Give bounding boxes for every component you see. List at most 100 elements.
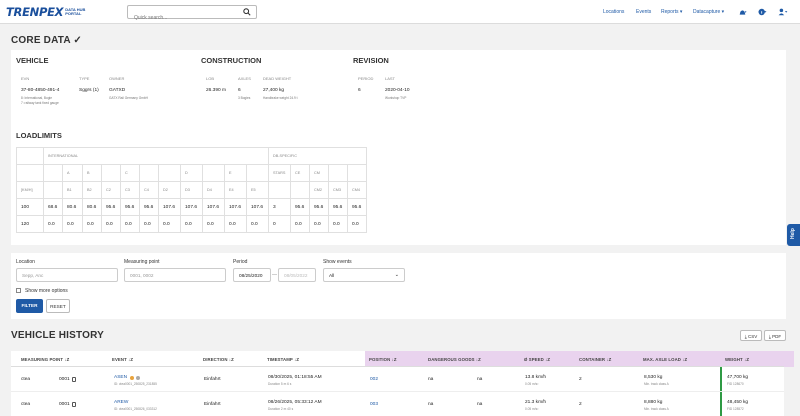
loadlimit-letter xyxy=(101,164,121,182)
train-icon xyxy=(72,377,76,382)
pdf-export-button[interactable]: ⤓ PDF xyxy=(764,330,786,341)
event-link[interactable]: AREW xyxy=(114,400,128,405)
loadlimit-column-header: CM4 xyxy=(347,181,367,199)
construction-section-title: CONSTRUCTION xyxy=(201,56,262,65)
date-to-input[interactable]: 08/05/2022 xyxy=(278,268,316,282)
loadlimit-letter xyxy=(202,164,225,182)
axle-track-class: Min. track class A xyxy=(644,407,669,411)
loadlimit-cell: 95.6 xyxy=(290,198,310,216)
loadlimit-letter xyxy=(347,164,367,182)
col-event[interactable]: EVENT ↓Z xyxy=(112,357,133,362)
loadlimit-letter xyxy=(139,164,159,182)
speed-accel: 0.05 m/s² xyxy=(525,382,539,386)
speed: 13.8 km/h xyxy=(525,375,547,380)
evn-sub1: 8: International, Bogie xyxy=(21,96,53,100)
loadlimit-cell: 68.6 xyxy=(43,198,63,216)
nav-events[interactable]: Events xyxy=(636,9,651,15)
loadlimit-column-header: E5 xyxy=(246,181,269,199)
search-input[interactable] xyxy=(128,12,236,24)
loadlimit-letter xyxy=(43,164,63,182)
position-link[interactable]: 002 xyxy=(370,377,378,382)
col-max-axle-load[interactable]: MAX. AXLE LOAD ↓Z xyxy=(643,357,687,362)
date-from-input[interactable]: 08/25/2020 xyxy=(233,268,271,282)
evn-value: 37-80-4850-491-4 xyxy=(21,88,60,93)
show-events-select[interactable]: All ⌄ xyxy=(323,268,405,282)
loadlimits-table: INTERNATIONAL DB-SPECIFIC A B C D E STARS CE CM… xyxy=(16,147,367,233)
db-specific-group: DB-SPECIFIC xyxy=(268,147,367,165)
loadlimit-cell: 107.6 xyxy=(158,198,181,216)
warning-dot-icon xyxy=(130,376,134,380)
loadlimit-column-header: [KM/H] xyxy=(16,181,44,199)
search-box[interactable] xyxy=(127,5,257,24)
csv-export-button[interactable]: ⤓ CSV xyxy=(740,330,762,341)
lob-label: LOB xyxy=(206,76,215,81)
history-header-row: MEASURING POINT ↓Z EVENT ↓Z DIRECTION ↓Z… xyxy=(11,351,784,367)
max-axle-load: 8,530 kg xyxy=(644,375,663,380)
position-link[interactable]: 003 xyxy=(370,402,378,407)
col-timestamp[interactable]: TIMESTAMP ↓Z xyxy=(267,357,299,362)
loadlimit-cell: 0.0 xyxy=(180,215,203,233)
loadlimit-cell: 0.0 xyxy=(101,215,121,233)
owner-sub: GATX Rail Germany GmbH xyxy=(109,96,148,100)
event-id: ID: ctea0001_250826_033312 xyxy=(114,407,157,411)
loadlimit-cell: 0.0 xyxy=(309,215,329,233)
loadlimit-letter xyxy=(158,164,181,182)
loadlimit-column-header xyxy=(268,181,291,199)
col-speed[interactable]: Ø SPEED ↓Z xyxy=(524,357,550,362)
location-code: ctea xyxy=(21,402,31,407)
loadlimit-cell: 0.0 xyxy=(347,215,367,233)
loadlimit-cell: 120 xyxy=(16,215,44,233)
period-label: PERIOD xyxy=(358,76,374,81)
loadlimit-letter: B xyxy=(82,164,102,182)
loadlimit-letter: E xyxy=(224,164,247,182)
col-weight[interactable]: WEIGHT ↓Z xyxy=(725,357,749,362)
loadlimits-row: 120 0.0 0.0 0.0 0.0 0.0 0.0 0.0 0.0 0.0 0.0 0.0 0 0.0… xyxy=(16,215,367,233)
axles-label: AXLES xyxy=(238,76,251,81)
loadlimit-cell: 107.6 xyxy=(180,198,203,216)
location-label: Location xyxy=(16,259,35,265)
loadlimit-cell: 95.6 xyxy=(309,198,329,216)
history-title: VEHICLE HISTORY xyxy=(11,330,105,341)
loadlimit-column-header: C2 xyxy=(101,181,121,199)
bell-icon[interactable] xyxy=(738,9,747,16)
show-more-checkbox[interactable] xyxy=(16,288,21,293)
col-measuring-point[interactable]: MEASURING POINT ↓Z xyxy=(21,357,69,362)
axles-sub: 3 Bogies xyxy=(238,96,251,100)
nav-locations[interactable]: Locations xyxy=(603,9,624,15)
loadlimit-cell: 100 xyxy=(16,198,44,216)
dangerous-goods-2: na xyxy=(477,377,483,382)
period-value: 6 xyxy=(358,88,361,93)
location-input[interactable]: Sepp, Anc xyxy=(16,268,118,282)
help-button[interactable]: Help xyxy=(787,224,800,246)
user-icon[interactable] xyxy=(778,8,788,16)
dead-weight-label: DEAD WEIGHT xyxy=(263,76,292,81)
revision-section-title: REVISION xyxy=(353,56,389,65)
logo[interactable]: TRENPEX DATA HUB PORTAL xyxy=(6,5,91,19)
dead-weight-sub: Handbrake weight 24.9 t xyxy=(263,96,298,100)
nav-datacapture[interactable]: Datacapture ▾ xyxy=(693,9,724,15)
col-direction[interactable]: DIRECTION ↓Z xyxy=(203,357,234,362)
nav-reports[interactable]: Reports ▾ xyxy=(661,9,682,15)
check-icon: ✓ xyxy=(73,35,82,46)
search-icon[interactable] xyxy=(243,8,251,16)
measuring-point-input[interactable]: 0001, 0002 xyxy=(124,268,226,282)
col-position[interactable]: POSITION ↓Z xyxy=(369,357,397,362)
loadlimit-letter: CE xyxy=(290,164,310,182)
top-bar: TRENPEX DATA HUB PORTAL Locations Events… xyxy=(0,0,800,24)
weight-fid: FID 128670 xyxy=(727,382,744,386)
filter-button[interactable]: FILTER xyxy=(16,299,43,313)
speed-accel: 0.05 m/s² xyxy=(525,407,539,411)
loadlimit-cell: 95.6 xyxy=(139,198,159,216)
reset-button[interactable]: RESET xyxy=(46,299,70,313)
date-separator: — xyxy=(272,272,277,278)
col-container[interactable]: CONTAINER ↓Z xyxy=(579,357,611,362)
loadlimit-cell: 0.0 xyxy=(43,215,63,233)
location-code: ctea xyxy=(21,377,31,382)
owner-value: GATXD xyxy=(109,88,126,93)
download-icon: ⤓ xyxy=(744,334,747,339)
info-icon[interactable] xyxy=(758,8,767,16)
event-id: ID: ctea0001_250825_231855 xyxy=(114,382,157,386)
event-link[interactable]: ASEN xyxy=(114,375,127,380)
loadlimit-cell: 95.6 xyxy=(347,198,367,216)
col-dangerous-goods[interactable]: DANGEROUS GOODS ↓Z xyxy=(428,357,481,362)
